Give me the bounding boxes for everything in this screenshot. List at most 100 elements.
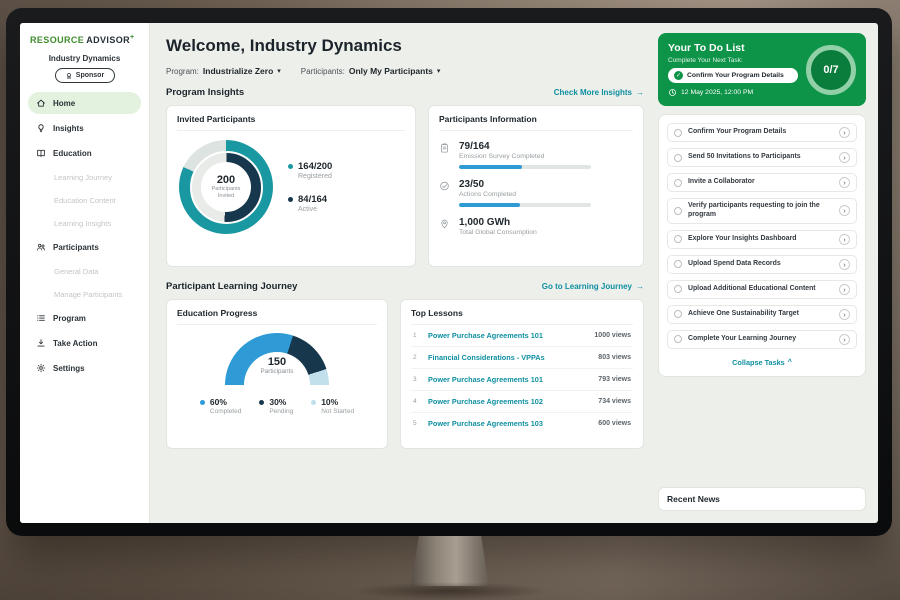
recent-news-card: Recent News — [658, 487, 866, 511]
lesson-row[interactable]: 1 Power Purchase Agreements 101 1000 vie… — [411, 325, 633, 347]
legend-item: 30% Pending — [259, 397, 293, 415]
sidebar-item-insights[interactable]: Insights — [28, 117, 141, 139]
clipboard-icon — [439, 142, 451, 154]
participants-filter-value: Only My Participants — [349, 66, 433, 76]
list-icon — [36, 313, 47, 323]
donut-center: 200 Participants Invited — [201, 162, 251, 212]
program-insights-header: Program Insights Check More Insights → — [166, 87, 644, 98]
gauge-legend: 60% Completed 30% Pending — [200, 397, 354, 415]
sidebar-item-settings[interactable]: Settings — [28, 357, 141, 379]
sidebar-item-take-action[interactable]: Take Action — [28, 332, 141, 354]
gauge-center-value: 150 — [225, 356, 329, 368]
task-item[interactable]: Verify participants requesting to join t… — [667, 198, 857, 224]
chevron-right-icon[interactable]: › — [839, 259, 850, 270]
monitor-stand — [411, 536, 489, 586]
book-icon — [36, 148, 47, 158]
sidebar-item-manage-participants[interactable]: Manage Participants — [28, 284, 141, 304]
task-item[interactable]: Complete Your Learning Journey › — [667, 330, 857, 349]
task-item[interactable]: Send 50 Invitations to Participants › — [667, 148, 857, 167]
sidebar-item-learning-insights[interactable]: Learning Insights — [28, 213, 141, 233]
task-item[interactable]: Upload Additional Educational Content › — [667, 280, 857, 299]
task-item[interactable]: Invite a Collaborator › — [667, 173, 857, 192]
account-name: Industry Dynamics — [28, 54, 141, 63]
lesson-link[interactable]: Power Purchase Agreements 102 — [428, 397, 591, 406]
next-task-label: Confirm Your Program Details — [687, 72, 784, 79]
chevron-right-icon[interactable]: › — [839, 127, 850, 138]
chevron-right-icon[interactable]: › — [839, 234, 850, 245]
task-item[interactable]: Upload Spend Data Records › — [667, 255, 857, 274]
photo-background: RESOURCEADVISOR+ Industry Dynamics Spons… — [0, 0, 900, 600]
todo-progress-text: 0/7 — [823, 64, 838, 76]
stat-label: Emission Survey Completed — [459, 153, 591, 160]
task-checkbox[interactable] — [674, 335, 682, 343]
task-item[interactable]: Achieve One Sustainability Target › — [667, 305, 857, 324]
task-checkbox[interactable] — [674, 179, 682, 187]
todo-progress-ring: 0/7 — [806, 45, 856, 95]
chevron-right-icon[interactable]: › — [839, 152, 850, 163]
chevron-down-icon: ▾ — [277, 67, 281, 75]
gear-icon — [36, 363, 47, 373]
sponsor-badge[interactable]: Sponsor — [55, 68, 115, 83]
sponsor-badge-label: Sponsor — [76, 72, 104, 79]
sidebar-item-label: Insights — [53, 124, 84, 133]
chevron-right-icon[interactable]: › — [839, 177, 850, 188]
download-icon — [36, 338, 47, 348]
gauge-center-label: Participants — [225, 368, 329, 375]
stat-progress-fill — [459, 203, 520, 207]
chevron-right-icon[interactable]: › — [839, 284, 850, 295]
lesson-row[interactable]: 4 Power Purchase Agreements 102 734 view… — [411, 391, 633, 413]
task-checkbox[interactable] — [674, 154, 682, 162]
task-item[interactable]: Explore Your Insights Dashboard › — [667, 230, 857, 249]
monitor-bezel: RESOURCEADVISOR+ Industry Dynamics Spons… — [6, 8, 892, 536]
lesson-row[interactable]: 3 Power Purchase Agreements 101 793 view… — [411, 369, 633, 391]
lesson-link[interactable]: Financial Considerations - VPPAs — [428, 353, 591, 362]
sidebar-item-label: Learning Insights — [54, 219, 111, 228]
brand-logo-primary: RESOURCE — [30, 35, 84, 45]
legend-value: 84/164 — [298, 194, 327, 205]
task-checkbox[interactable] — [674, 285, 682, 293]
chevron-right-icon[interactable]: › — [839, 205, 850, 216]
task-checkbox[interactable] — [674, 207, 682, 215]
lesson-row[interactable]: 5 Power Purchase Agreements 103 600 view… — [411, 413, 633, 434]
sidebar-item-learning-journey[interactable]: Learning Journey — [28, 167, 141, 187]
task-checkbox[interactable] — [674, 129, 682, 137]
program-filter-dropdown[interactable]: Program: Industrialize Zero ▾ — [166, 66, 281, 76]
sidebar-item-education[interactable]: Education — [28, 142, 141, 164]
lesson-link[interactable]: Power Purchase Agreements 101 — [428, 331, 587, 340]
sidebar-item-participants[interactable]: Participants — [28, 236, 141, 258]
stat-row: 1,000 GWh Total Global Consumption — [439, 217, 633, 236]
top-lessons-card: Top Lessons 1 Power Purchase Agreements … — [400, 299, 644, 449]
go-to-learning-journey-link[interactable]: Go to Learning Journey → — [542, 282, 644, 291]
card-title: Invited Participants — [177, 114, 405, 131]
check-circle-icon — [439, 180, 451, 192]
task-checkbox[interactable] — [674, 260, 682, 268]
check-more-insights-link[interactable]: Check More Insights → — [554, 88, 644, 97]
lesson-rank: 3 — [413, 376, 421, 383]
lesson-row[interactable]: 2 Financial Considerations - VPPAs 803 v… — [411, 347, 633, 369]
sidebar-item-program[interactable]: Program — [28, 307, 141, 329]
people-icon — [36, 242, 47, 252]
lesson-link[interactable]: Power Purchase Agreements 101 — [428, 375, 591, 384]
lesson-views: 600 views — [598, 420, 631, 427]
participants-filter-dropdown[interactable]: Participants: Only My Participants ▾ — [301, 66, 441, 76]
card-title: Education Progress — [177, 308, 377, 325]
task-label: Upload Spend Data Records — [688, 260, 833, 269]
task-item[interactable]: Confirm Your Program Details › — [667, 123, 857, 142]
sidebar-item-home[interactable]: Home — [28, 92, 141, 114]
location-pin-icon — [439, 218, 451, 230]
lesson-link[interactable]: Power Purchase Agreements 103 — [428, 419, 591, 428]
chevron-right-icon[interactable]: › — [839, 309, 850, 320]
next-task-pill[interactable]: ✓ Confirm Your Program Details — [668, 68, 798, 83]
collapse-tasks-link[interactable]: Collapse Tasks ^ — [667, 355, 857, 374]
program-filter-label: Program: — [166, 67, 199, 76]
task-checkbox[interactable] — [674, 310, 682, 318]
task-label: Send 50 Invitations to Participants — [688, 153, 833, 162]
program-insights-title: Program Insights — [166, 87, 244, 98]
sidebar-item-education-content[interactable]: Education Content — [28, 190, 141, 210]
task-checkbox[interactable] — [674, 235, 682, 243]
sidebar-item-general-data[interactable]: General Data — [28, 261, 141, 281]
legend-dot-not-started — [311, 400, 316, 405]
chevron-right-icon[interactable]: › — [839, 334, 850, 345]
lightbulb-icon — [36, 123, 47, 133]
lesson-views: 1000 views — [594, 332, 631, 339]
